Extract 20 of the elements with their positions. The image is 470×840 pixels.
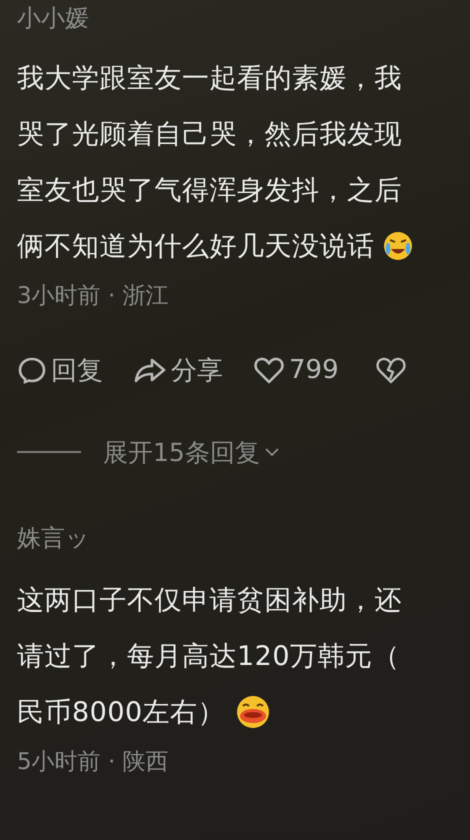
- comment-text: 这两口子不仅申请贫困补助，还: [17, 584, 402, 618]
- broken-heart-icon: [374, 355, 407, 385]
- chevron-down-icon: [264, 446, 280, 458]
- comment-text: 民币8000左右）: [17, 696, 226, 730]
- comment-text: 哭了光顾着自己哭，然后我发现: [17, 118, 402, 152]
- share-button[interactable]: 分享: [171, 352, 223, 388]
- username: 小小媛: [17, 3, 90, 34]
- time-location: 5小时前 · 陕西: [17, 748, 170, 777]
- username: 姝言ッ: [17, 523, 91, 554]
- comment-text: 俩不知道为什么好几天没说话: [17, 230, 374, 264]
- comment-text: 我大学跟室友一起看的素媛，我: [17, 62, 402, 96]
- heart-icon: [253, 355, 285, 385]
- like-count: 799: [289, 355, 339, 385]
- comment-text: 请过了，每月高达120万韩元（: [17, 640, 400, 674]
- crying-emoji-icon: [382, 231, 412, 261]
- comment-text: 室友也哭了气得浑身发抖，之后: [17, 174, 402, 208]
- time-location: 3小时前 · 浙江: [17, 282, 170, 311]
- reply-button[interactable]: 回复: [51, 352, 103, 388]
- comment-icon: [17, 355, 47, 385]
- expand-replies-button[interactable]: 展开15条回复: [103, 436, 280, 468]
